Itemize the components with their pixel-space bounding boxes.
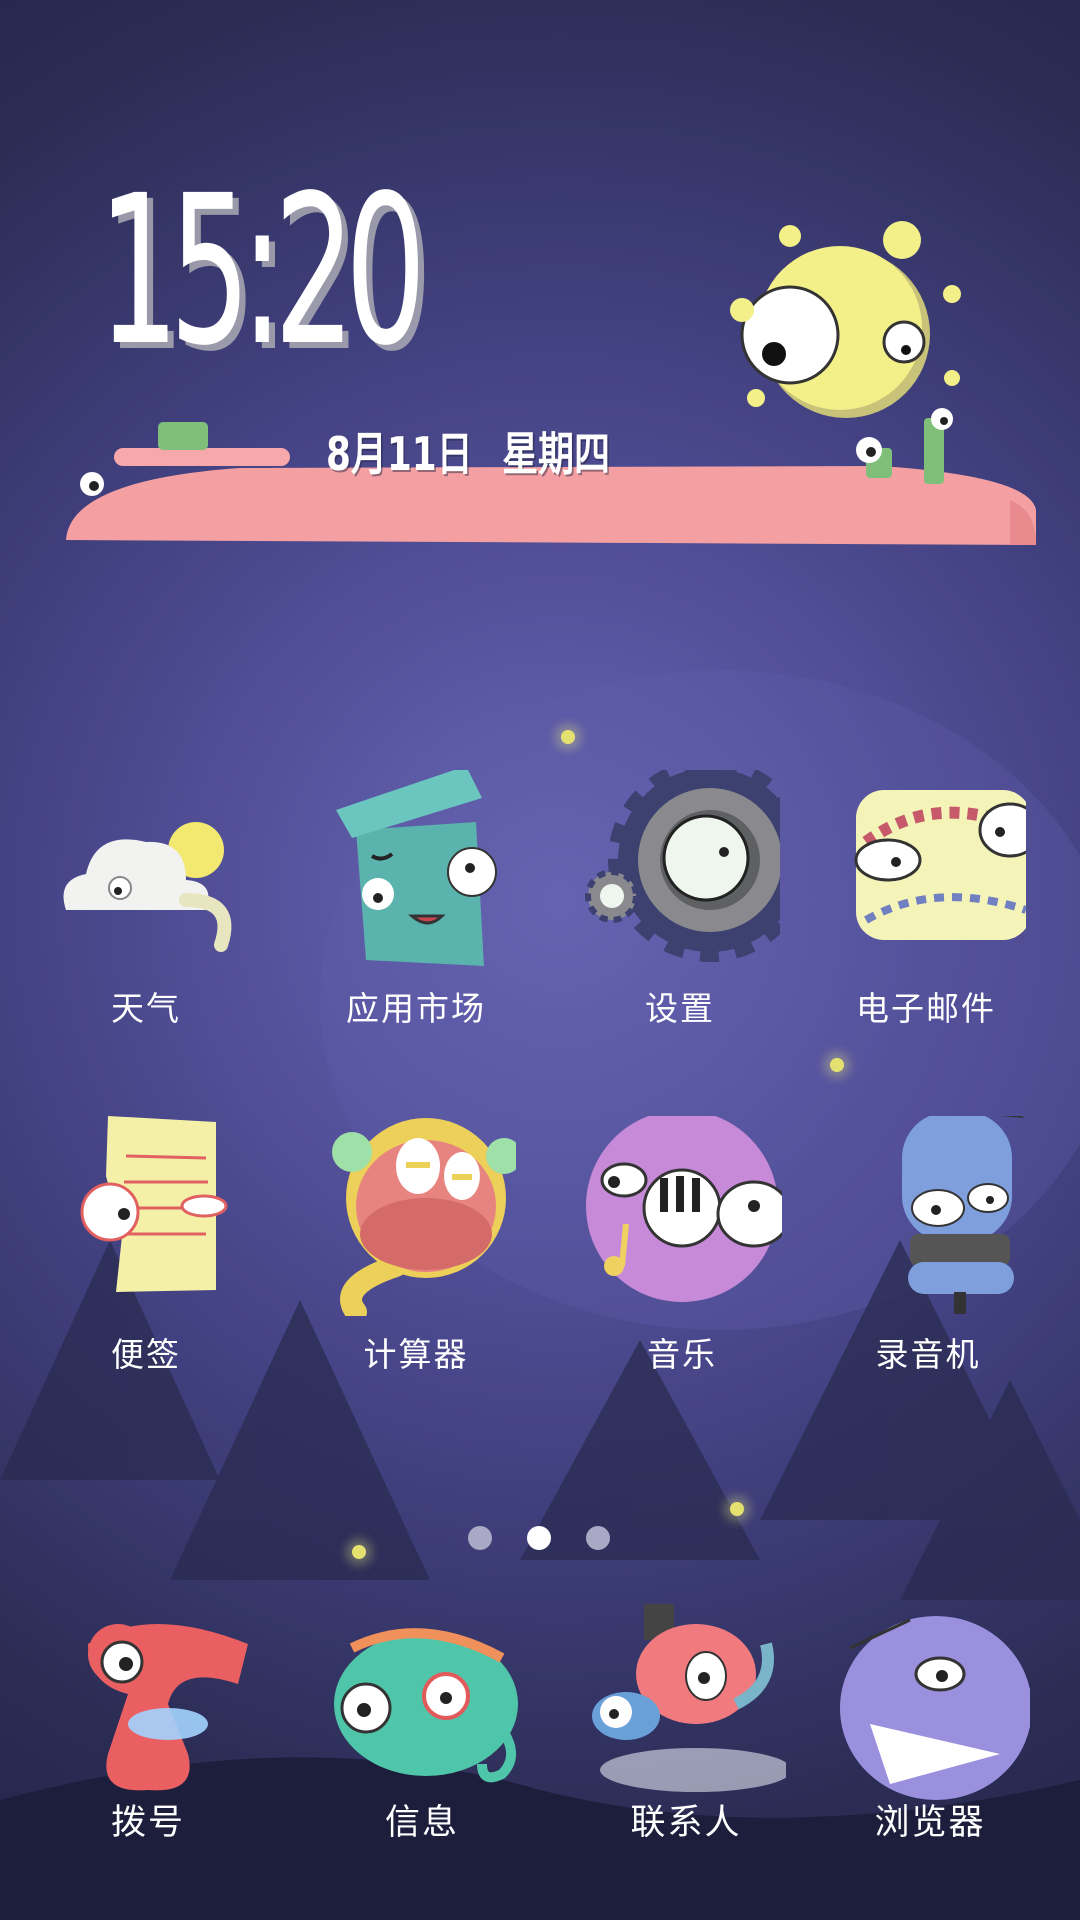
page-dot-2[interactable]: [527, 1526, 551, 1550]
recorder-microphone-icon: [902, 1116, 1024, 1314]
sparkle: [352, 1545, 366, 1559]
app-label: 便签: [111, 1335, 181, 1374]
settings-gear-icon: [585, 770, 780, 962]
app-label: 联系人: [630, 1803, 742, 1843]
app-label: 设置: [645, 989, 715, 1028]
app-music[interactable]: 音乐: [552, 1116, 812, 1406]
clock-date[interactable]: 8月11日 星期四: [326, 418, 610, 484]
app-label: 天气: [111, 989, 181, 1028]
messages-fish-icon: [334, 1628, 518, 1783]
app-label: 拨号: [110, 1803, 185, 1843]
date-text: 8月11日: [326, 427, 473, 481]
app-label: 应用市场: [346, 989, 486, 1028]
weekday-text: 星期四: [502, 427, 610, 481]
app-label: 信息: [384, 1803, 459, 1843]
app-notes[interactable]: 便签: [16, 1116, 276, 1406]
sparkle: [730, 1502, 744, 1516]
sparkle: [830, 1058, 844, 1072]
app-contacts[interactable]: 联系人: [556, 1604, 816, 1894]
page-dot-1[interactable]: [468, 1526, 492, 1550]
app-calculator[interactable]: 计算器: [286, 1116, 546, 1406]
contacts-octopus-icon: [592, 1604, 786, 1792]
clock-time[interactable]: 15:20: [98, 168, 426, 374]
app-label: 音乐: [647, 1335, 717, 1374]
page-indicator[interactable]: [468, 1526, 618, 1550]
music-piano-icon: [586, 1116, 782, 1302]
app-market[interactable]: 应用市场: [286, 770, 546, 1060]
app-weather[interactable]: 天气: [16, 770, 276, 1060]
app-market-box-icon: [336, 770, 497, 966]
app-label: 浏览器: [874, 1803, 986, 1843]
app-messages[interactable]: 信息: [292, 1604, 552, 1894]
app-label: 录音机: [875, 1335, 981, 1374]
notes-paper-icon: [80, 1116, 228, 1292]
app-label: 电子邮件: [856, 989, 996, 1028]
app-recorder[interactable]: 录音机: [798, 1116, 1058, 1406]
sparkle: [561, 730, 575, 744]
app-label: 计算器: [363, 1335, 469, 1374]
calculator-monster-icon: [332, 1118, 516, 1316]
browser-monster-icon: [840, 1616, 1030, 1800]
app-browser[interactable]: 浏览器: [800, 1604, 1060, 1894]
app-email[interactable]: 电子邮件: [796, 770, 1056, 1060]
phone-dialer-icon: [88, 1624, 248, 1791]
app-settings[interactable]: 设置: [550, 770, 810, 1060]
sun-monster-icon: [730, 221, 961, 418]
page-dot-3[interactable]: [586, 1526, 610, 1550]
app-dialer[interactable]: 拨号: [18, 1604, 278, 1894]
weather-cloud-icon: [63, 822, 232, 952]
email-envelope-icon: [854, 790, 1026, 940]
